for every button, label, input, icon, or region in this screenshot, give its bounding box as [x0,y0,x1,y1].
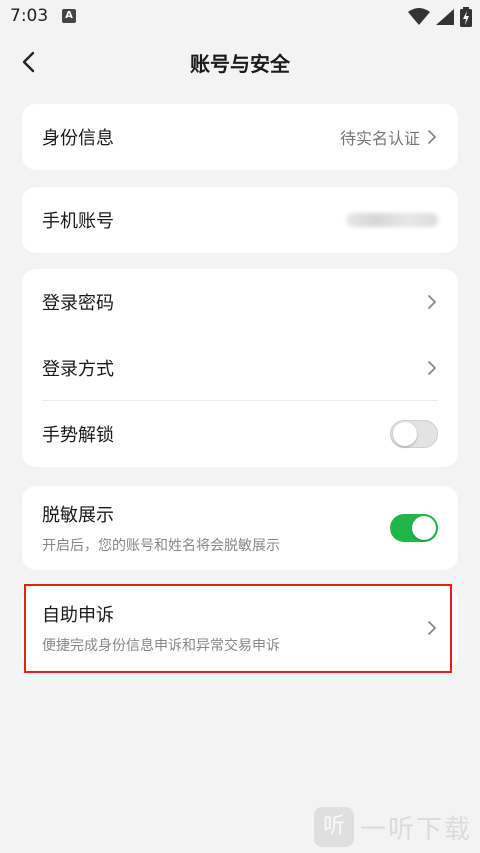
desensitize-card: 脱敏展示 开启后，您的账号和姓名将会脱敏展示 [22,486,458,570]
desensitize-title: 脱敏展示 [42,505,114,526]
login-password-label: 登录密码 [42,293,114,314]
phone-label: 手机账号 [42,211,114,232]
page-title: 账号与安全 [190,52,290,76]
watermark: 听 一听下载 [313,807,472,847]
gesture-unlock-label: 手势解锁 [42,425,114,446]
gesture-unlock-row: 手势解锁 [22,401,458,467]
desensitize-toggle[interactable] [390,514,438,542]
phone-card: 手机账号 [22,187,458,253]
identity-status: 待实名认证 [339,129,420,148]
chevron-right-icon [428,361,436,375]
chevron-right-icon [428,621,436,635]
watermark-text: 一听下载 [359,814,472,845]
battery-charging-icon [460,6,472,27]
header: 账号与安全 [0,34,480,90]
self-service-appeal-row[interactable]: 自助申诉 便捷完成身份信息申诉和异常交易申诉 [22,586,458,670]
login-password-row[interactable]: 登录密码 [22,269,458,335]
phone-number-blurred [346,213,438,227]
status-icons [407,6,472,28]
status-time: 7:03 [10,6,49,26]
toggle-knob [412,516,436,540]
wifi-icon [407,7,430,25]
notification-icon: A [62,9,76,23]
gesture-unlock-toggle[interactable] [390,420,438,448]
watermark-logo: 听 [313,807,354,847]
identity-card: 身份信息 待实名认证 [22,104,458,170]
login-method-label: 登录方式 [42,359,114,380]
toggle-knob [393,422,417,446]
login-settings-card: 登录密码 登录方式 手势解锁 [22,269,458,467]
identity-row[interactable]: 身份信息 待实名认证 [22,104,458,170]
signal-icon [435,8,454,25]
chevron-right-icon [428,295,436,309]
login-method-row[interactable]: 登录方式 [22,335,458,401]
chevron-right-icon [428,130,436,144]
status-bar: 7:03 A [0,0,480,34]
appeal-subtitle: 便捷完成身份信息申诉和异常交易申诉 [42,638,280,654]
appeal-card: 自助申诉 便捷完成身份信息申诉和异常交易申诉 [22,586,458,670]
phone-row[interactable]: 手机账号 [22,187,458,253]
identity-label: 身份信息 [42,128,114,149]
desensitize-row: 脱敏展示 开启后，您的账号和姓名将会脱敏展示 [22,486,458,570]
desensitize-subtitle: 开启后，您的账号和姓名将会脱敏展示 [42,538,280,554]
appeal-title: 自助申诉 [42,605,114,626]
